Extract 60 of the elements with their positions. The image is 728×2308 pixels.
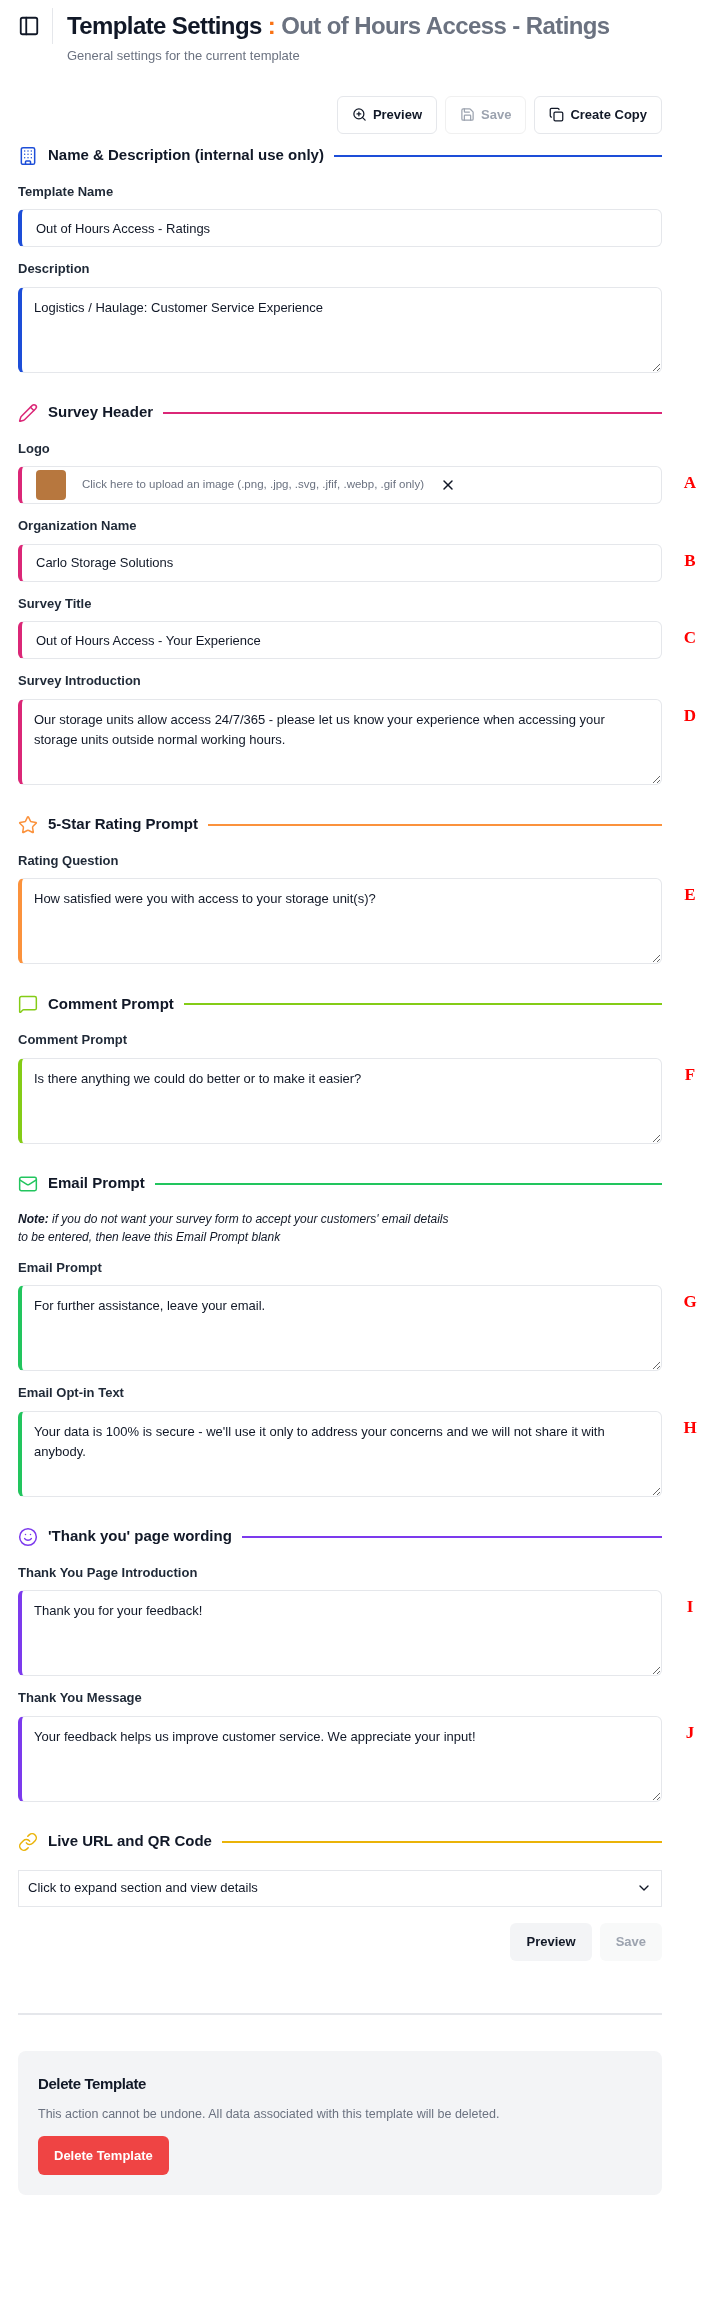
field-label: Survey Introduction bbox=[18, 672, 142, 690]
field-label: Rating Question bbox=[18, 851, 120, 870]
annotation-letter: D bbox=[683, 706, 697, 727]
text-area[interactable]: For further assistance, leave your email. bbox=[18, 1285, 662, 1371]
field-label: Thank You Page Introduction bbox=[18, 1563, 199, 1582]
save-icon bbox=[460, 107, 476, 122]
text-area[interactable]: How satisfied were you with access to your storage unit(s)? bbox=[18, 878, 662, 964]
annotation-letter: G bbox=[683, 1293, 697, 1313]
section-title: Email Prompt bbox=[48, 1173, 145, 1194]
danger-zone-title: Delete Template bbox=[38, 2073, 147, 2094]
copy-icon bbox=[549, 107, 565, 122]
page-title: Template Settings bbox=[67, 11, 262, 41]
section-title: Name & Description (internal use only) bbox=[48, 145, 324, 166]
danger-zone-text: This action cannot be undone. All data associated with this template will be deleted. bbox=[38, 2106, 501, 2123]
annotation-letter: I bbox=[686, 1598, 694, 1618]
expand-section-dropdown[interactable]: Click to expand section and view details bbox=[18, 1869, 662, 1907]
text-area[interactable]: Your data is 100% is secure - we'll use it only to address your concerns and we will not share it with anybody. bbox=[18, 1410, 662, 1497]
delete-template-button[interactable]: Delete Template bbox=[38, 2135, 169, 2175]
section-title: 'Thank you' page wording bbox=[48, 1526, 232, 1547]
annotation-letter: E bbox=[684, 886, 696, 906]
annotation-letter: B bbox=[684, 551, 696, 572]
text-field[interactable]: Carlo Storage Solutions bbox=[18, 543, 662, 582]
text-area[interactable]: Thank you for your feedback! bbox=[18, 1590, 662, 1676]
toolbar-button[interactable]: Preview bbox=[336, 95, 438, 134]
upload-hint: Click here to upload an image (.png, .jpg, .svg, .jfif, .webp, .gif only) bbox=[82, 477, 424, 493]
footer-button[interactable]: Preview bbox=[510, 1922, 592, 1961]
section-title: 5-Star Rating Prompt bbox=[48, 814, 198, 835]
section-title: Comment Prompt bbox=[48, 993, 174, 1014]
field-label: Template Name bbox=[18, 182, 115, 201]
annotation-letter: A bbox=[683, 474, 697, 494]
page-subtitle: General settings for the current template bbox=[67, 47, 301, 65]
template-name-title: Out of Hours Access - Ratings bbox=[281, 11, 610, 41]
annotation-letter: H bbox=[683, 1418, 697, 1439]
annotation-letter: J bbox=[685, 1723, 695, 1744]
text-area[interactable]: Our storage units allow access 24/7/365 - please let us know your experience when accessing your storage units outside normal working hours. bbox=[18, 698, 662, 785]
text-field[interactable]: Out of Hours Access - Ratings bbox=[18, 209, 662, 247]
zoom-icon bbox=[351, 107, 367, 122]
field-label: Email Opt-in Text bbox=[18, 1384, 125, 1402]
toolbar-button[interactable]: Create Copy bbox=[534, 95, 662, 134]
section-title: Survey Header bbox=[48, 402, 154, 423]
email-note: Note: if you do not want your survey form to accept your customers' email details to be entered, then leave this Email Prompt blank bbox=[18, 1210, 450, 1246]
field-label: Logo bbox=[18, 439, 51, 458]
logo-thumbnail bbox=[36, 470, 66, 500]
field-label: Survey Title bbox=[18, 594, 93, 613]
field-label: Organization Name bbox=[18, 517, 138, 535]
text-area[interactable]: Your feedback helps us improve customer service. We appreciate your input! bbox=[18, 1715, 662, 1802]
text-area[interactable]: Is there anything we could do better or to make it easier? bbox=[18, 1057, 662, 1144]
annotation-letter: F bbox=[684, 1065, 696, 1086]
field-label: Description bbox=[18, 260, 91, 278]
section-title: Live URL and QR Code bbox=[48, 1831, 212, 1852]
text-area[interactable]: Logistics / Haulage: Customer Service Experience bbox=[18, 286, 662, 373]
image-upload-field[interactable]: Click here to upload an image (.png, .jpg, .svg, .jfif, .webp, .gif only) bbox=[18, 466, 662, 504]
sidebar-toggle-icon[interactable] bbox=[18, 15, 40, 37]
title-separator: : bbox=[267, 11, 276, 41]
field-label: Comment Prompt bbox=[18, 1031, 129, 1049]
text-field[interactable]: Out of Hours Access - Your Experience bbox=[18, 621, 662, 659]
annotation-letter: C bbox=[683, 629, 697, 649]
close-icon[interactable] bbox=[440, 477, 456, 493]
field-label: Thank You Message bbox=[18, 1689, 143, 1707]
field-label: Email Prompt bbox=[18, 1258, 103, 1277]
